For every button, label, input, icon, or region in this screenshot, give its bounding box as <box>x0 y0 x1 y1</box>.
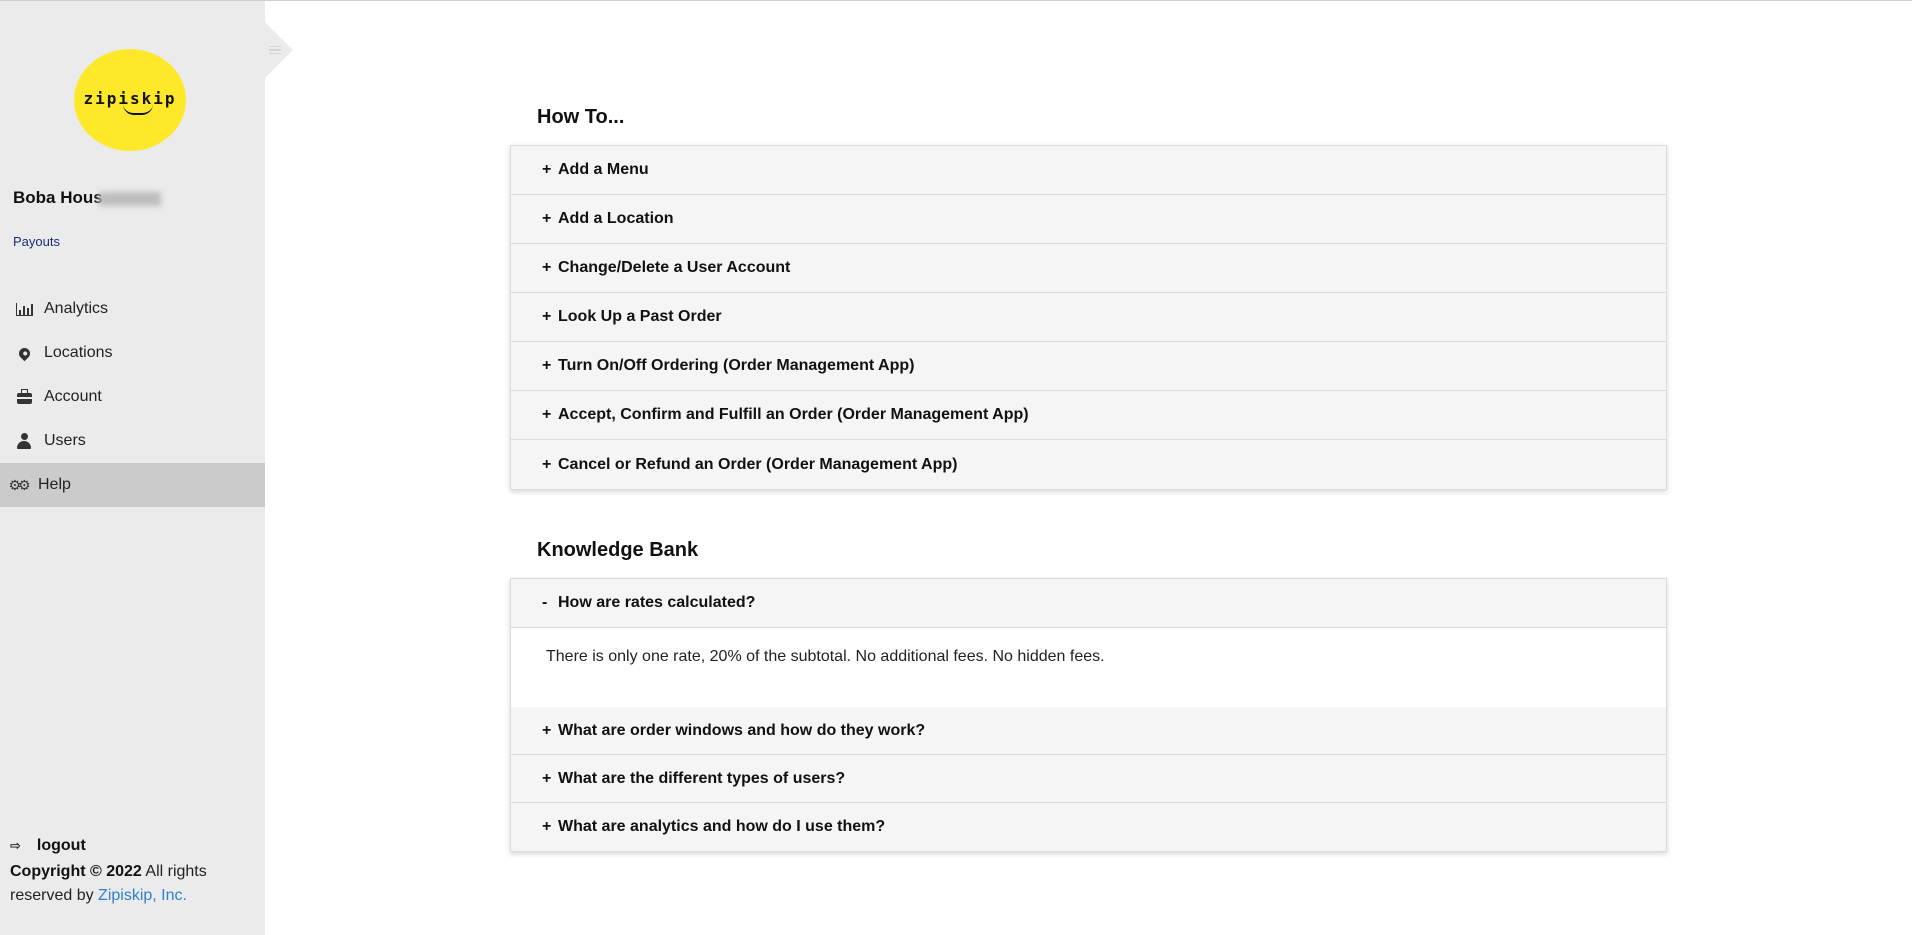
logout-button[interactable]: ⇨ logout <box>10 837 86 855</box>
howto-accordion: + Add a Menu + Add a Location + Change/Dele… <box>510 145 1667 490</box>
accordion-item[interactable]: + Add a Menu <box>511 146 1666 195</box>
knowledge-bank-title: Knowledge Bank <box>537 539 699 561</box>
accordion-item-label: What are analytics and how do I use them… <box>558 818 886 835</box>
logo-smile-icon <box>123 104 153 115</box>
top-border <box>0 0 1912 1</box>
menu-icon <box>269 46 281 54</box>
collapse-icon: - <box>542 594 548 611</box>
accordion-item-label: Change/Delete a User Account <box>558 259 791 276</box>
user-icon <box>13 432 35 450</box>
accordion-item-label: Cancel or Refund an Order (Order Managem… <box>558 455 958 473</box>
copyright-year: Copyright © 2022 <box>10 863 142 880</box>
redacted-text <box>98 191 161 206</box>
accordion-item[interactable]: + Look Up a Past Order <box>511 293 1666 342</box>
sidebar-item-users[interactable]: Users <box>0 419 265 463</box>
accordion-item[interactable]: + Accept, Confirm and Fulfill an Order (O… <box>511 391 1666 440</box>
expand-icon: + <box>542 721 552 739</box>
map-pin-icon <box>13 344 35 362</box>
accordion-item-label: Turn On/Off Ordering (Order Management A… <box>558 357 915 374</box>
expand-icon: + <box>542 210 552 227</box>
copyright: Copyright © 2022 All rights reserved by … <box>10 860 260 908</box>
briefcase-icon <box>13 388 35 406</box>
accordion-item-label: Add a Menu <box>558 161 649 178</box>
accordion-item[interactable]: + Add a Location <box>511 195 1666 244</box>
expand-icon: + <box>542 161 552 178</box>
accordion-item[interactable]: + Turn On/Off Ordering (Order Management … <box>511 342 1666 391</box>
accordion-item-label: What are order windows and how do they w… <box>558 721 926 739</box>
accordion-item[interactable]: + Change/Delete a User Account <box>511 244 1666 293</box>
sidebar-item-label: Users <box>44 432 86 449</box>
accordion-item[interactable]: + What are the different types of users? <box>511 755 1666 803</box>
accordion-item-label: Accept, Confirm and Fulfill an Order (Or… <box>558 406 1029 423</box>
zipiskip-logo[interactable]: zipiskip <box>74 49 186 151</box>
logout-icon: ⇨ <box>10 838 21 853</box>
sidebar-toggle[interactable] <box>265 22 293 78</box>
accordion-item[interactable]: + Cancel or Refund an Order (Order Manage… <box>511 440 1666 489</box>
accordion-item-label: Look Up a Past Order <box>558 308 722 325</box>
expand-icon: + <box>542 455 552 473</box>
bar-chart-icon <box>13 300 35 318</box>
business-name: Boba Hous <box>13 188 161 208</box>
sidebar-item-label: Help <box>38 476 71 493</box>
accordion-item[interactable]: + What are order windows and how do they … <box>511 707 1666 755</box>
sidebar-item-analytics[interactable]: Analytics <box>0 287 265 331</box>
sidebar-item-label: Analytics <box>44 300 109 317</box>
expand-icon: + <box>542 357 552 374</box>
sidebar-nav: Analytics Locations Account Users ⚙⚙ Hel… <box>0 287 265 507</box>
sidebar: zipiskip Boba Hous Payouts Analytics Loc… <box>0 1 265 935</box>
expand-icon: + <box>542 259 552 276</box>
expand-icon: + <box>542 308 552 325</box>
sidebar-item-label: Locations <box>44 344 113 361</box>
accordion-item-open[interactable]: - How are rates calculated? <box>511 579 1666 628</box>
logout-label: logout <box>36 837 86 854</box>
expand-icon: + <box>542 818 552 835</box>
accordion-item[interactable]: + What are analytics and how do I use the… <box>511 803 1666 851</box>
expand-icon: + <box>542 406 552 423</box>
sidebar-item-label: Account <box>44 388 102 405</box>
expand-icon: + <box>542 769 552 787</box>
accordion-item-label: How are rates calculated? <box>558 594 756 611</box>
accordion-item-label: What are the different types of users? <box>558 769 846 787</box>
sidebar-item-account[interactable]: Account <box>0 375 265 419</box>
accordion-answer: There is only one rate, 20% of the subto… <box>511 628 1666 707</box>
sidebar-item-help[interactable]: ⚙⚙ Help <box>0 463 265 507</box>
business-name-text: Boba Hous <box>13 188 103 207</box>
knowledge-accordion: - How are rates calculated? There is only… <box>510 578 1667 852</box>
payouts-link[interactable]: Payouts <box>13 234 60 249</box>
accordion-item-label: Add a Location <box>558 210 674 227</box>
company-link[interactable]: Zipiskip, Inc. <box>98 887 187 904</box>
howto-title: How To... <box>537 106 625 128</box>
gears-icon: ⚙⚙ <box>8 476 30 493</box>
sidebar-item-locations[interactable]: Locations <box>0 331 265 375</box>
